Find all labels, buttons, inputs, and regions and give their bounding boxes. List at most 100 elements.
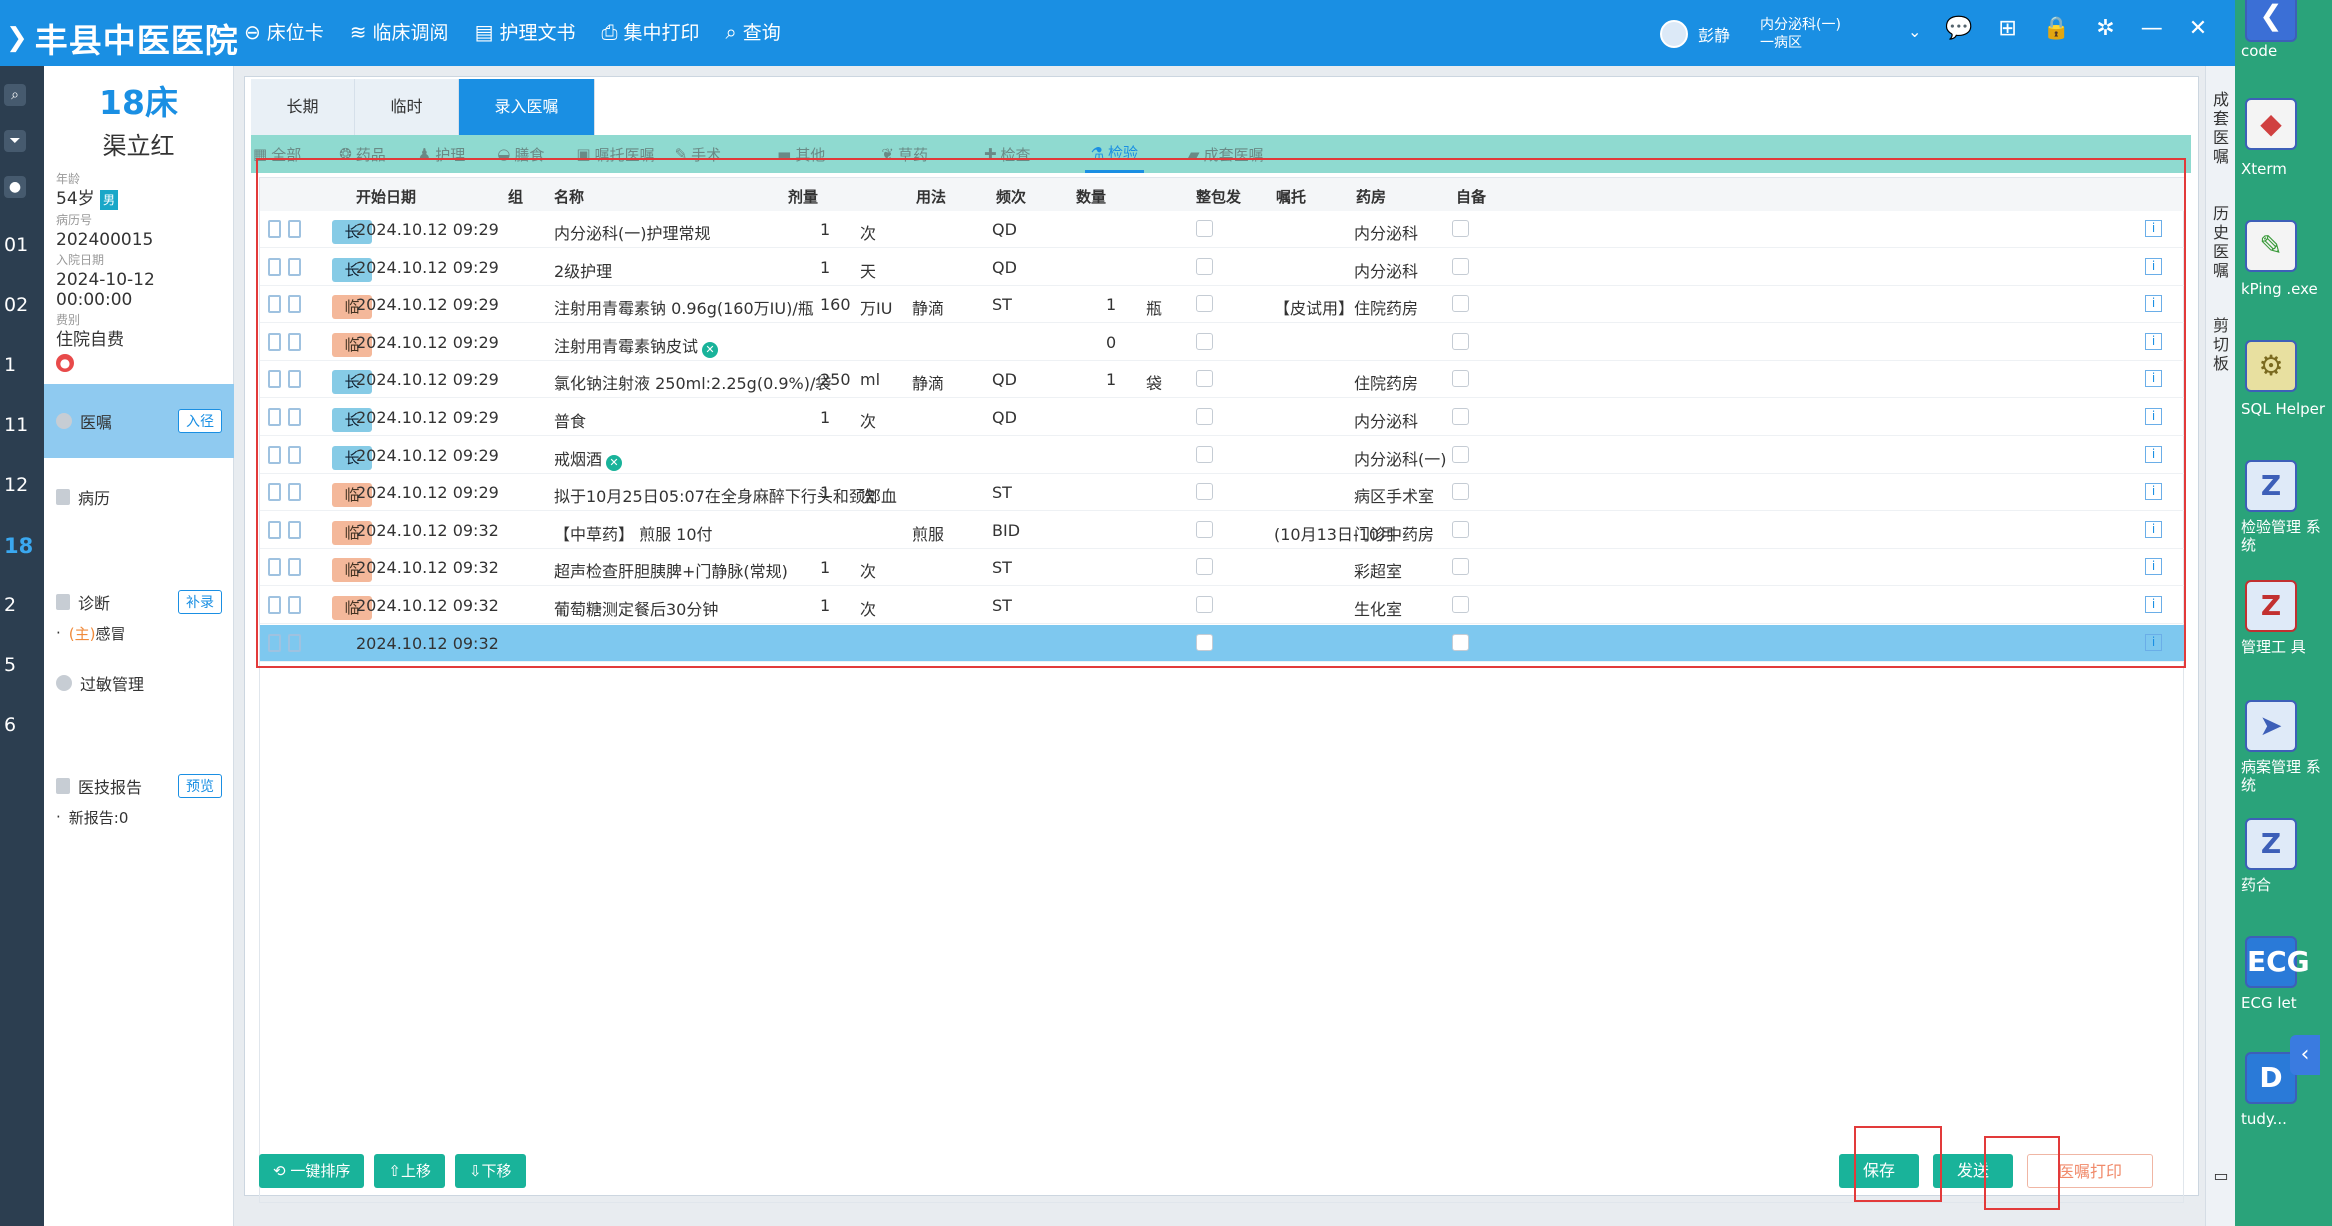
tab-temporary[interactable]: 临时: [355, 79, 459, 135]
app-title: 丰县中医医院: [34, 21, 239, 60]
bed-link[interactable]: 6: [4, 714, 16, 736]
search-icon[interactable]: ⌕: [4, 84, 26, 106]
admit-label: 入院日期: [56, 253, 105, 267]
manager-tool-icon[interactable]: Z: [2245, 580, 2297, 632]
report-icon: [56, 778, 70, 794]
menu-allergy[interactable]: 过敏管理: [44, 658, 234, 708]
bed-link[interactable]: 02: [4, 294, 28, 316]
orders-icon: [56, 413, 72, 429]
nav-clinical-review[interactable]: ≋ 临床调阅: [350, 18, 449, 45]
case-system-icon[interactable]: ➤: [2245, 700, 2297, 752]
tab-enter-order[interactable]: 录入医嘱: [459, 79, 595, 135]
title-bar: ❯ 丰县中医医院 ⊖ 床位卡 ≋ 临床调阅 ▤ 护理文书 ⎙ 集中打印 ⌕ 查询 彭静 内…: [0, 0, 2235, 66]
layers-icon: ≋: [349, 19, 367, 44]
age-label: 年龄: [56, 172, 81, 186]
chevron-down-icon[interactable]: ⌄: [1908, 22, 1921, 41]
side-tab-history[interactable]: 历史医嘱: [2210, 204, 2232, 280]
vscode-icon[interactable]: ❮: [2245, 0, 2297, 42]
printer-icon: ⎙: [601, 19, 618, 44]
bed-link[interactable]: 11: [4, 414, 28, 436]
desktop-label: ECG let: [2241, 994, 2297, 1012]
button-label: 一键排序: [290, 1162, 351, 1180]
new-reports: · 新报告:0: [56, 808, 129, 827]
window-controls: 💬 ⊞ 🔒 ✲ — ✕: [1945, 16, 2207, 41]
menu-label: 医技报告: [78, 778, 143, 797]
settings-icon[interactable]: ✲: [2096, 16, 2114, 41]
bed-quick-bar: ⌕ ⏷ ● 01 02 1 11 12 18 2 5 6: [0, 66, 44, 1226]
document-icon: ▤: [474, 19, 494, 44]
search-icon: ⌕: [725, 19, 737, 44]
nav-nursing-docs[interactable]: ▤ 护理文书: [475, 18, 576, 45]
main-nav: ⊖ 床位卡 ≋ 临床调阅 ▤ 护理文书 ⎙ 集中打印 ⌕ 查询: [244, 18, 781, 45]
admit-date: 2024-10-12 00:00:00: [56, 270, 155, 310]
patient-panel: 18床 渠立红 年龄 54岁 男 病历号 202400015 入院日期 2024…: [44, 66, 234, 1226]
toolbox-icon[interactable]: ▭: [2210, 1166, 2232, 1185]
side-tab-clipboard[interactable]: 剪切板: [2210, 316, 2232, 373]
close-icon[interactable]: ✕: [2189, 16, 2207, 41]
chevron-left-icon[interactable]: ‹: [2290, 1035, 2320, 1075]
patient-info: 年龄 54岁 男 病历号 202400015 入院日期 2024-10-12 0…: [44, 161, 233, 380]
message-icon[interactable]: 💬: [1945, 16, 1972, 41]
menu-label: 诊断: [78, 594, 111, 613]
main-diagnosis: · (主) 感冒: [56, 624, 126, 643]
ecg-icon[interactable]: ECG: [2245, 936, 2310, 988]
diagnosis-text: 感冒: [95, 624, 126, 643]
xterm-icon[interactable]: ◆: [2245, 98, 2297, 150]
sql-helper-icon[interactable]: ⚙: [2245, 340, 2297, 392]
bed-link-active[interactable]: 18: [4, 534, 33, 558]
button-label: 上移: [400, 1162, 431, 1180]
menu-reports[interactable]: 医技报告 预览: [44, 766, 234, 806]
desktop-label: tudy...: [2241, 1110, 2287, 1128]
grid-icon[interactable]: ⊞: [1998, 16, 2016, 41]
tab-long-term[interactable]: 长期: [251, 79, 355, 135]
row-tools: ⟲ 一键排序 ⇧上移 ⇩下移: [259, 1154, 526, 1188]
bed-link[interactable]: 01: [4, 234, 28, 256]
menu-orders[interactable]: 医嘱 入径: [44, 384, 234, 458]
bed-link[interactable]: 5: [4, 654, 16, 676]
bed-link[interactable]: 12: [4, 474, 28, 496]
dept-selector[interactable]: 内分泌科(一) 一病区: [1760, 16, 1841, 52]
record-no: 202400015: [56, 230, 154, 250]
highlight-box: [256, 158, 2186, 668]
drug-icon[interactable]: Z: [2245, 818, 2297, 870]
menu-diagnosis[interactable]: 诊断 补录: [44, 582, 234, 622]
lab-system-icon[interactable]: Z: [2245, 460, 2297, 512]
desktop-label: 药合: [2241, 876, 2272, 894]
preview-button[interactable]: 预览: [178, 774, 222, 798]
ping-icon[interactable]: ✎: [2245, 220, 2297, 272]
order-tabs: 长期 临时 录入医嘱: [251, 79, 595, 135]
minimize-icon[interactable]: —: [2141, 16, 2163, 41]
nav-bed-card[interactable]: ⊖ 床位卡: [244, 18, 324, 45]
nav-label: 临床调阅: [372, 22, 449, 44]
gender-badge: 男: [100, 190, 119, 210]
sort-button[interactable]: ⟲ 一键排序: [259, 1154, 365, 1188]
app-logo: ❯ 丰县中医医院: [6, 14, 239, 62]
move-down-button[interactable]: ⇩下移: [454, 1154, 526, 1188]
logo-icon: ❯: [6, 23, 29, 53]
desktop-label: SQL Helper: [2241, 400, 2326, 418]
supplement-button[interactable]: 补录: [178, 590, 222, 614]
lock-icon[interactable]: 🔒: [2043, 16, 2070, 41]
highlight-box: [1984, 1136, 2060, 1210]
menu-records[interactable]: 病历: [44, 472, 234, 522]
nav-label: 床位卡: [266, 22, 324, 44]
filter-icon[interactable]: ⏷: [4, 130, 26, 152]
user-icon[interactable]: ●: [4, 176, 26, 198]
nav-search[interactable]: ⌕ 查询: [726, 18, 781, 45]
nav-batch-print[interactable]: ⎙ 集中打印: [601, 18, 699, 45]
user-menu[interactable]: 彭静: [1660, 20, 1730, 48]
desktop-label: kPing .exe: [2241, 280, 2318, 298]
bed-link[interactable]: 2: [4, 594, 16, 616]
move-up-button[interactable]: ⇧上移: [374, 1154, 445, 1188]
bed-link[interactable]: 1: [4, 354, 16, 376]
desktop-label: Xterm: [2241, 160, 2287, 178]
menu-label: 医嘱: [80, 413, 113, 432]
patient-age: 54岁: [56, 189, 95, 209]
side-tab-order-set[interactable]: 成套医嘱: [2210, 90, 2232, 166]
pathway-button[interactable]: 入径: [178, 409, 222, 433]
main-prefix: (主): [68, 624, 96, 643]
nav-label: 查询: [742, 22, 781, 44]
nav-label: 护理文书: [499, 22, 576, 44]
patient-name: 渠立红: [102, 132, 175, 160]
desktop-label: 检验管理 系统: [2241, 518, 2321, 554]
